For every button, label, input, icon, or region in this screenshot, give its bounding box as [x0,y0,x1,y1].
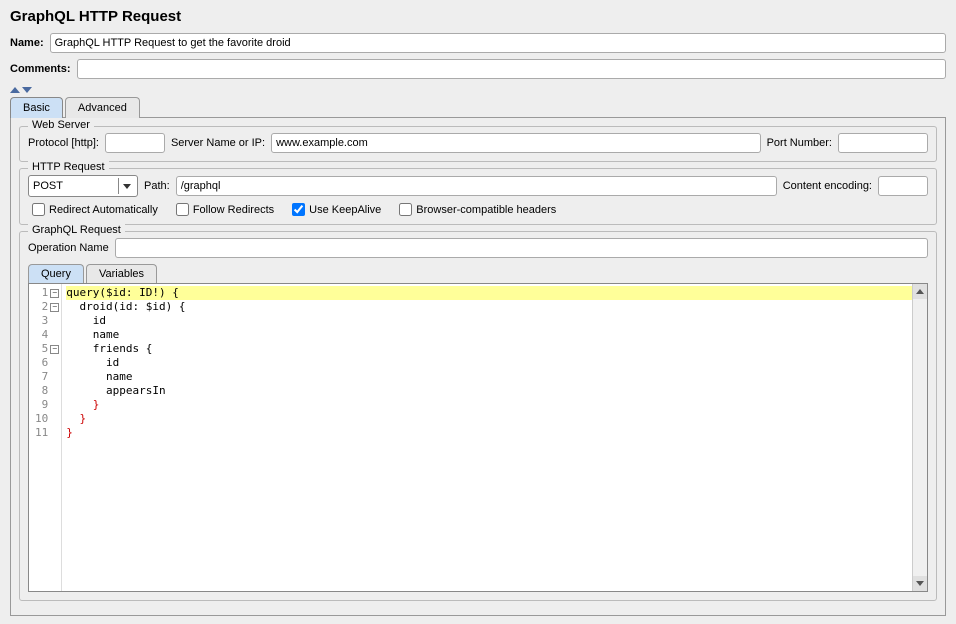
graphql-request-fieldset: GraphQL Request Operation Name Query Var… [19,231,937,601]
main-tabs: Basic Advanced [10,97,946,118]
tab-advanced[interactable]: Advanced [65,97,140,118]
arrow-down-icon [22,87,32,93]
fold-icon[interactable] [50,289,59,298]
fold-icon[interactable] [50,345,59,354]
encoding-label: Content encoding: [783,180,872,192]
code-line: appearsIn [66,384,165,397]
query-editor[interactable]: 1 2 3 4 5 6 7 8 9 10 11 query($id: ID!) … [28,283,928,592]
server-label: Server Name or IP: [171,137,265,149]
method-select[interactable]: POST [28,175,138,197]
follow-redirects-label: Follow Redirects [193,204,274,216]
editor-gutter: 1 2 3 4 5 6 7 8 9 10 11 [29,284,62,591]
code-line: friends { [66,342,152,355]
comments-row: Comments: [10,59,946,79]
scroll-up-icon[interactable] [913,284,927,299]
tab-query[interactable]: Query [28,264,84,283]
name-row: Name: [10,33,946,53]
name-label: Name: [10,37,44,49]
web-server-fieldset: Web Server Protocol [http]: Server Name … [19,126,937,162]
http-request-legend: HTTP Request [28,161,109,173]
code-line: name [66,328,119,341]
code-line: query($id: ID!) { [66,286,179,299]
editor-code[interactable]: query($id: ID!) { droid(id: $id) { id na… [62,284,927,591]
keepalive-label: Use KeepAlive [309,204,381,216]
operation-name-input[interactable] [115,238,928,258]
protocol-label: Protocol [http]: [28,137,99,149]
redirect-auto-label: Redirect Automatically [49,204,158,216]
panel-title: GraphQL HTTP Request [10,8,946,25]
path-input[interactable] [176,176,777,196]
collapse-toggle[interactable] [10,87,946,93]
http-options-row: Redirect Automatically Follow Redirects … [28,203,928,216]
port-input[interactable] [838,133,928,153]
main-tab-container: Basic Advanced Web Server Protocol [http… [10,97,946,616]
code-line: } [66,398,99,411]
scroll-down-icon[interactable] [913,576,927,591]
code-line: } [66,426,73,439]
keepalive-checkbox[interactable] [292,203,305,216]
comments-label: Comments: [10,63,71,75]
redirect-auto-checkbox[interactable] [32,203,45,216]
follow-redirects-checkbox[interactable] [176,203,189,216]
browser-headers-label: Browser-compatible headers [416,204,556,216]
graphql-legend: GraphQL Request [28,224,125,236]
code-line: name [66,370,132,383]
code-line: id [66,356,119,369]
graphql-inner-tabs: Query Variables [28,264,928,283]
code-line: } [66,412,86,425]
path-label: Path: [144,180,170,192]
tab-basic[interactable]: Basic [10,97,63,118]
arrow-up-icon [10,87,20,93]
port-label: Port Number: [767,137,832,149]
basic-tab-body: Web Server Protocol [http]: Server Name … [10,117,946,616]
server-input[interactable] [271,133,761,153]
code-line: droid(id: $id) { [66,300,185,313]
encoding-input[interactable] [878,176,928,196]
operation-name-label: Operation Name [28,242,109,254]
fold-icon[interactable] [50,303,59,312]
comments-input[interactable] [77,59,946,79]
name-input[interactable] [50,33,946,53]
protocol-input[interactable] [105,133,165,153]
tab-variables[interactable]: Variables [86,264,157,283]
web-server-legend: Web Server [28,119,94,131]
code-line: id [66,314,106,327]
method-select-wrap: POST [28,175,138,197]
browser-headers-checkbox[interactable] [399,203,412,216]
graphql-http-request-panel: GraphQL HTTP Request Name: Comments: Bas… [0,0,956,624]
http-request-fieldset: HTTP Request POST Path: Content encoding… [19,168,937,225]
editor-scrollbar[interactable] [912,284,927,591]
